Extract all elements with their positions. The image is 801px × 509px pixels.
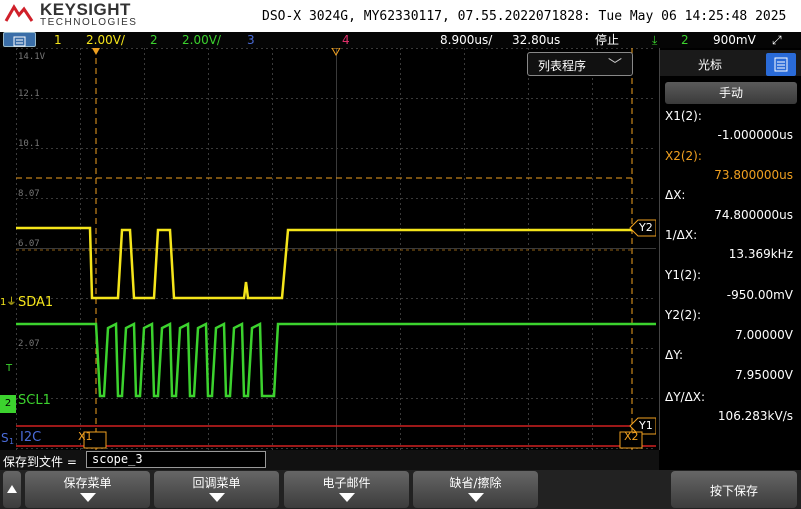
ch2-scale[interactable]: 2.00V/ [182,32,221,48]
ch1-ground-marker[interactable]: 1⏚ [0,298,16,308]
filename-field[interactable]: scope_3 [86,451,266,468]
cursor-x1-label: X1 [78,430,93,443]
ch2-ground-marker[interactable]: 2 [0,395,16,413]
x2-value: 73.800000us [714,168,793,182]
serial-marker-index: 1 [9,437,15,446]
delay[interactable]: 32.80us [512,32,560,48]
up-arrow-icon [7,485,17,493]
trigger-position-marker [92,48,100,55]
main-menu-button[interactable] [3,32,36,47]
cursor-y2-label: Y2 [639,221,653,234]
x2-label: X2(2): [665,149,702,163]
softkey-label: 电子邮件 [322,476,371,490]
x1-label: X1(2): [665,109,702,123]
down-arrow-icon [208,493,225,502]
dy-label: ΔY: [665,348,683,362]
title-bar: KEYSIGHT TECHNOLOGIES DSO-X 3024G, MY623… [0,0,801,32]
waveform-display[interactable]: 14.1V 12.1 10.1 8.07 6.07 2.07 X1 X2 Y2 … [16,48,656,450]
ch1-number[interactable]: 1 [54,32,62,48]
serial-marker-s[interactable]: S [1,431,9,445]
cursor-mode-button[interactable]: 手动 [665,82,797,104]
list-menu-label: 列表程序 [538,59,587,73]
chevron-down-icon: ﹀ [608,58,622,74]
ch2-number[interactable]: 2 [150,32,158,48]
cursor-panel-title: 光标 [698,58,723,72]
softkey-press-to-save[interactable]: 按下保存 [671,471,797,508]
y1-label: Y1(2): [665,268,702,282]
ch2-label: SCL1 [18,393,51,408]
cursor-y1-label: Y1 [639,419,653,432]
channel-status-bar: 1 2.00V/ 2 2.00V/ 3 4 8.900us/ 32.80us 停… [0,32,801,48]
timebase[interactable]: 8.900us/ [440,32,492,48]
softkey-label: 按下保存 [709,484,758,498]
dydx-label: ΔY/ΔX: [665,390,706,404]
x1-value: -1.000000us [717,128,793,142]
ch4-number[interactable]: 4 [342,32,350,48]
y-tick-label: 12.1 [18,89,40,99]
inv-dx-value: 13.369kHz [728,247,793,261]
keysight-logo-icon [4,4,34,22]
brand-subtitle: TECHNOLOGIES [40,17,138,28]
run-state: 停止 [595,33,620,47]
y-tick-label: 8.07 [18,189,40,199]
softkey-label: 回调菜单 [192,476,241,490]
softkey-default-erase[interactable]: 缺省/擦除 [413,471,538,508]
y2-label: Y2(2): [665,308,702,322]
trigger-level[interactable]: 900mV [713,32,756,48]
save-filename-bar: 保存到文件 = scope_3 [0,450,659,470]
save-to-file-label: 保存到文件 = [3,455,77,469]
dx-label: ΔX: [665,188,686,202]
expand-arrows-icon[interactable]: ⤢ [772,32,782,48]
down-arrow-icon [79,493,96,502]
trigger-level-marker[interactable]: T [6,364,12,374]
softkey-bar: 保存菜单 回调菜单 电子邮件 缺省/擦除 按下保存 [0,470,801,509]
inv-dx-label: 1/ΔX: [665,228,698,242]
trigger-source[interactable]: 2 [681,32,689,48]
ch1-label: SDA1 [18,295,54,310]
ch1-scale[interactable]: 2.00V/ [86,32,125,48]
softkey-label: 保存菜单 [63,476,112,490]
dydx-value: 106.283kV/s [717,409,793,423]
serial-bus-label: I2C [20,430,42,445]
dx-value: 74.800000us [714,208,793,222]
dy-value: 7.95000V [735,368,793,382]
list-icon[interactable] [766,53,796,76]
graticule [16,48,656,450]
y-tick-label: 14.1V [18,52,46,62]
cursor-panel: 光标 手动 X1(2): -1.000000us X2(2): 73.80000… [659,48,801,450]
y-tick-label: 2.07 [18,339,40,349]
y-tick-label: 6.07 [18,239,40,249]
down-arrow-icon [467,493,484,502]
trigger-edge-icon[interactable]: ⤓ [652,32,657,48]
back-button[interactable] [3,471,21,508]
softkey-label: 缺省/擦除 [449,476,502,490]
menu-icon [13,36,26,47]
down-arrow-icon [338,493,355,502]
instrument-info: DSO-X 3024G, MY62330117, 07.55.202207182… [262,9,787,24]
cursor-panel-header: 光标 [660,50,801,76]
softkey-save-menu[interactable]: 保存菜单 [25,471,150,508]
y-tick-label: 10.1 [18,139,40,149]
y2-value: 7.00000V [735,328,793,342]
ch3-number[interactable]: 3 [247,32,255,48]
cursor-x2-label: X2 [624,430,639,443]
softkey-email[interactable]: 电子邮件 [284,471,409,508]
softkey-recall-menu[interactable]: 回调菜单 [154,471,279,508]
list-menu-button[interactable]: 列表程序 ﹀ [527,52,633,76]
y1-value: -950.00mV [726,288,793,302]
